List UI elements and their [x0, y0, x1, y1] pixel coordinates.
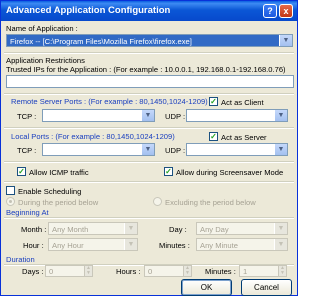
dialog-window: Advanced Application Configuration ? x N…: [0, 0, 298, 296]
local-tcp-combo[interactable]: ▼: [42, 143, 155, 156]
chevron-down-icon[interactable]: ▼: [141, 110, 154, 121]
excluding-period-radio[interactable]: [153, 197, 162, 206]
local-tcp-label: TCP :: [17, 146, 37, 155]
hours-value: 0: [148, 267, 153, 276]
minutes-spinner[interactable]: 1 ▲ ▼: [239, 265, 287, 277]
duration-heading: Duration: [6, 255, 35, 264]
spin-down-icon[interactable]: ▼: [86, 270, 91, 276]
minutes-label: Minutes :: [159, 241, 190, 250]
spin-down-icon[interactable]: ▼: [185, 270, 190, 276]
remote-tcp-label: TCP :: [17, 112, 37, 121]
act-as-server-label: Act as Server: [221, 133, 267, 142]
minutes-select[interactable]: Any Minute ▼: [196, 238, 288, 251]
divider: [4, 93, 294, 95]
act-as-client-label: Act as Client: [221, 98, 264, 107]
act-as-server-checkbox[interactable]: ✓: [209, 132, 218, 141]
day-value: Any Day: [200, 225, 229, 234]
days-spinner[interactable]: 0 ▲ ▼: [45, 265, 93, 277]
allow-screensaver-checkbox[interactable]: ✓: [164, 167, 173, 176]
spin-arrows-icon[interactable]: ▲ ▼: [183, 266, 191, 276]
duration-minutes-label: Minutes :: [205, 267, 236, 276]
app-name-select[interactable]: Firefox -- [C:\Program Files\Mozilla Fir…: [6, 34, 293, 47]
allow-screensaver-label: Allow during Screensaver Mode: [176, 168, 284, 177]
divider: [4, 127, 294, 129]
hour-select[interactable]: Any Hour ▼: [48, 238, 138, 251]
excluding-period-label: Excluding the period below: [165, 198, 256, 207]
chevron-down-icon[interactable]: ▼: [124, 223, 137, 234]
restrictions-heading: Application Restrictions: [6, 56, 85, 65]
remote-udp-combo[interactable]: ▼: [186, 109, 288, 122]
divider: [4, 181, 294, 183]
spin-down-icon[interactable]: ▼: [280, 270, 285, 276]
beginning-at-heading: Beginning At: [6, 208, 49, 217]
chevron-down-icon[interactable]: ▼: [274, 223, 287, 234]
ok-button[interactable]: OK: [181, 279, 232, 296]
month-value: Any Month: [52, 225, 89, 234]
allow-icmp-checkbox[interactable]: ✓: [17, 167, 26, 176]
hours-label: Hours :: [116, 267, 141, 276]
hour-label: Hour :: [23, 241, 44, 250]
spin-arrows-icon[interactable]: ▲ ▼: [278, 266, 286, 276]
remote-udp-label: UDP :: [165, 112, 186, 121]
chevron-down-icon[interactable]: ▼: [274, 144, 287, 155]
app-name-label: Name of Application :: [6, 24, 78, 33]
days-label: Days :: [22, 267, 44, 276]
local-ports-label: Local Ports : (For example : 80,1450,102…: [11, 132, 175, 141]
chevron-down-icon[interactable]: ▼: [124, 239, 137, 250]
local-udp-label: UDP :: [165, 146, 186, 155]
trusted-ips-label: Trusted IPs for the Application : (For e…: [6, 65, 286, 74]
divider: [4, 52, 294, 54]
chevron-down-icon[interactable]: ▼: [279, 35, 292, 46]
remote-tcp-combo[interactable]: ▼: [42, 109, 155, 122]
month-select[interactable]: Any Month ▼: [48, 222, 138, 235]
duration-minutes-value: 1: [243, 267, 248, 276]
help-button[interactable]: ?: [263, 4, 277, 18]
chevron-down-icon[interactable]: ▼: [274, 239, 287, 250]
during-period-radio[interactable]: [6, 197, 15, 206]
month-label: Month :: [21, 225, 47, 234]
hour-value: Any Hour: [52, 241, 84, 250]
app-name-value: Firefox -- [C:\Program Files\Mozilla Fir…: [10, 37, 192, 46]
enable-scheduling-label: Enable Scheduling: [18, 187, 82, 196]
enable-scheduling-checkbox[interactable]: [6, 186, 15, 195]
during-period-label: During the period below: [18, 198, 99, 207]
days-value: 0: [49, 267, 54, 276]
allow-icmp-label: Allow ICMP traffic: [29, 168, 89, 177]
window-title: Advanced Application Configuration: [6, 5, 171, 16]
day-select[interactable]: Any Day ▼: [196, 222, 288, 235]
divider: [4, 217, 294, 219]
spin-arrows-icon[interactable]: ▲ ▼: [84, 266, 92, 276]
chevron-down-icon[interactable]: ▼: [141, 144, 154, 155]
divider: [4, 161, 294, 163]
local-udp-combo[interactable]: ▼: [186, 143, 288, 156]
chevron-down-icon[interactable]: ▼: [274, 110, 287, 121]
close-button[interactable]: x: [279, 4, 293, 18]
remote-ports-label: Remote Server Ports : (For example : 80,…: [11, 97, 208, 106]
day-label: Day :: [169, 225, 187, 234]
act-as-client-checkbox[interactable]: ✓: [209, 97, 218, 106]
hours-spinner[interactable]: 0 ▲ ▼: [144, 265, 192, 277]
trusted-ips-input[interactable]: [6, 75, 294, 88]
minutes-value: Any Minute: [200, 241, 238, 250]
cancel-button[interactable]: Cancel: [241, 279, 292, 296]
title-bar[interactable]: Advanced Application Configuration ? x: [1, 1, 297, 21]
